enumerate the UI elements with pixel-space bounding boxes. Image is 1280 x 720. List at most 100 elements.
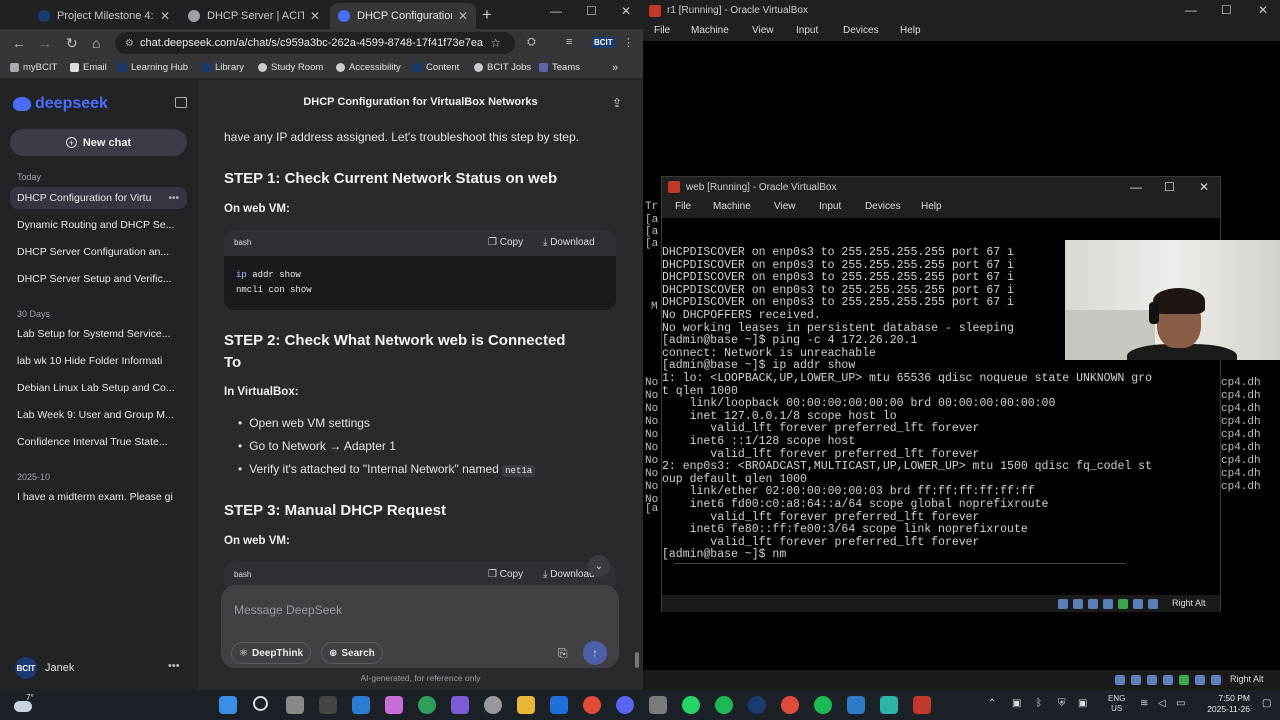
search-icon[interactable] xyxy=(253,696,268,711)
menu-file[interactable]: File xyxy=(654,25,670,36)
new-tab-icon[interactable]: + xyxy=(482,5,492,25)
volume-icon[interactable]: ◁ xyxy=(1158,698,1166,709)
whatsapp-icon[interactable] xyxy=(682,696,700,714)
settings-icon[interactable] xyxy=(484,696,502,714)
menu-machine[interactable]: Machine xyxy=(691,25,729,36)
menu-devices[interactable]: Devices xyxy=(865,201,901,212)
app-icon[interactable] xyxy=(847,696,865,714)
menu-input[interactable]: Input xyxy=(796,25,818,36)
optical-drive-icon[interactable] xyxy=(1073,599,1083,609)
forward-icon[interactable]: → xyxy=(38,35,52,51)
optical-drive-icon[interactable] xyxy=(1131,675,1141,685)
maximize-icon[interactable]: ☐ xyxy=(1164,180,1175,194)
scrollbar[interactable] xyxy=(635,652,639,668)
more-options-icon[interactable]: ••• xyxy=(168,193,179,204)
copy-button[interactable]: ❐ Copy xyxy=(488,237,523,248)
bluetooth-icon[interactable]: ᛒ xyxy=(1036,698,1042,709)
spotify-icon[interactable] xyxy=(814,696,832,714)
menu-kebab-icon[interactable]: ⋮ xyxy=(623,36,634,49)
history-item[interactable]: DHCP Server Setup and Verific... xyxy=(10,268,187,290)
close-window-icon[interactable]: ✕ xyxy=(621,4,631,18)
usb-icon[interactable] xyxy=(1118,599,1128,609)
scroll-down-icon[interactable]: ⌄ xyxy=(588,555,610,577)
clock[interactable]: 7:50 PM 2025-11-26 xyxy=(1198,693,1250,715)
virtualbox-icon[interactable] xyxy=(913,696,931,714)
more-bookmarks-icon[interactable]: » xyxy=(612,62,618,74)
vpn-icon[interactable] xyxy=(451,696,469,714)
file-explorer-icon[interactable] xyxy=(517,696,535,714)
bookmark-accessibility[interactable]: Accessibility xyxy=(336,62,401,73)
menu-help[interactable]: Help xyxy=(900,25,921,36)
terminal-app-icon[interactable] xyxy=(319,696,337,714)
url-bar[interactable]: ⚙ chat.deepseek.com/a/chat/s/c959a3bc-26… xyxy=(115,32,515,54)
shared-folder-icon[interactable] xyxy=(1195,675,1205,685)
tray-app-icon[interactable]: ▣ xyxy=(1012,698,1021,709)
attach-icon[interactable]: ⎘ xyxy=(558,646,568,661)
battery-icon[interactable]: ▭ xyxy=(1176,698,1185,709)
minimize-icon[interactable]: — xyxy=(550,4,562,18)
bookmark-star-icon[interactable]: ☆ xyxy=(490,36,501,50)
maximize-icon[interactable]: ☐ xyxy=(1221,3,1232,17)
menu-input[interactable]: Input xyxy=(819,201,841,212)
menu-help[interactable]: Help xyxy=(921,201,942,212)
bookmark-mybcit[interactable]: myBCIT xyxy=(10,62,57,73)
chevron-up-icon[interactable]: ⌃ xyxy=(988,698,996,709)
close-tab-icon[interactable]: ✕ xyxy=(458,9,468,23)
close-window-icon[interactable]: ✕ xyxy=(1258,3,1268,17)
network-icon[interactable] xyxy=(1163,675,1173,685)
bcit-app-icon[interactable] xyxy=(748,696,766,714)
search-button[interactable]: ⊕ Search xyxy=(321,642,383,664)
user-profile[interactable]: BCIT Janek xyxy=(15,657,74,679)
share-icon[interactable]: ⇪ xyxy=(612,96,622,110)
more-options-icon[interactable]: ••• xyxy=(168,660,180,672)
bookmark-library[interactable]: Library xyxy=(202,62,244,73)
language-indicator[interactable]: ENG US xyxy=(1108,694,1125,714)
extensions-icon[interactable]: ⛭ xyxy=(527,36,536,49)
collapse-sidebar-icon[interactable] xyxy=(175,97,187,108)
display-icon[interactable] xyxy=(1211,675,1221,685)
menu-view[interactable]: View xyxy=(774,201,796,212)
usb-icon[interactable] xyxy=(1179,675,1189,685)
site-info-icon[interactable]: ⚙ xyxy=(125,38,134,49)
tab-project-milestone[interactable]: Project Milestone 4: DH ✕ xyxy=(30,3,178,29)
display-icon[interactable] xyxy=(1148,599,1158,609)
download-button[interactable]: ⤓ Download xyxy=(543,237,595,248)
shield-icon[interactable]: ⛨ xyxy=(1058,698,1066,709)
audio-icon[interactable] xyxy=(1147,675,1157,685)
send-button[interactable]: ↑ xyxy=(583,641,607,665)
notification-icon[interactable]: ▢ xyxy=(1262,698,1271,709)
close-tab-icon[interactable]: ✕ xyxy=(160,9,170,23)
task-view-icon[interactable] xyxy=(286,696,304,714)
tray-app-icon[interactable]: ▣ xyxy=(1078,698,1087,709)
network-icon[interactable] xyxy=(1103,599,1113,609)
discord-icon[interactable] xyxy=(616,696,634,714)
new-chat-button[interactable]: + New chat xyxy=(10,129,187,156)
reload-icon[interactable]: ↻ xyxy=(66,35,78,52)
history-item[interactable]: I have a midterm exam. Please gi xyxy=(10,486,187,508)
message-input[interactable]: Message DeepSeek xyxy=(234,603,342,617)
bookmark-learning-hub[interactable]: Learning Hub xyxy=(118,62,188,73)
bookmark-email[interactable]: Email xyxy=(70,62,107,73)
weather-widget[interactable]: 7° xyxy=(14,693,34,714)
audio-icon[interactable] xyxy=(1088,599,1098,609)
history-item[interactable]: Debian Linux Lab Setup and Co... xyxy=(10,377,187,399)
shared-folder-icon[interactable] xyxy=(1133,599,1143,609)
profile-avatar[interactable]: BCIT xyxy=(592,36,615,48)
menu-machine[interactable]: Machine xyxy=(713,201,751,212)
history-item[interactable]: Confidence Interval True State... xyxy=(10,431,187,453)
history-item[interactable]: lab wk 10 Hide Folder Informati xyxy=(10,350,187,372)
app-icon[interactable] xyxy=(880,696,898,714)
maximize-icon[interactable]: ☐ xyxy=(586,4,597,18)
history-item[interactable]: Dynamic Routing and DHCP Se... xyxy=(10,214,187,236)
tab-deepseek[interactable]: DHCP Configuration for ✕ xyxy=(330,3,476,29)
media-icon[interactable]: ≡ xyxy=(566,36,572,48)
storage-icon[interactable] xyxy=(1115,675,1125,685)
back-icon[interactable]: ← xyxy=(12,35,26,51)
start-windows-icon[interactable] xyxy=(219,696,237,714)
history-item[interactable]: Lab Setup for Systemd Service... xyxy=(10,323,187,345)
minimize-icon[interactable]: — xyxy=(1185,3,1197,17)
download-button[interactable]: ⤓ Download xyxy=(543,569,595,580)
spotify-icon[interactable] xyxy=(715,696,733,714)
outlook-icon[interactable] xyxy=(550,696,568,714)
deepthink-button[interactable]: ⚛ DeepThink xyxy=(231,642,312,664)
